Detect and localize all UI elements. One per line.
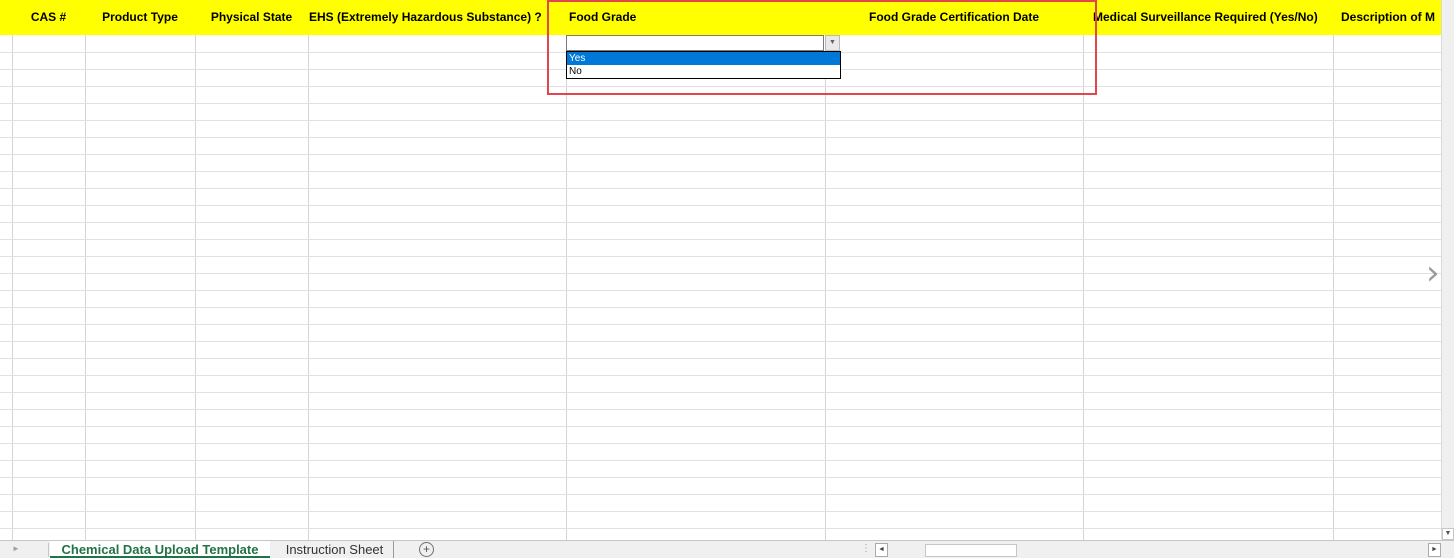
scroll-left-button[interactable]: ◄ bbox=[875, 543, 888, 557]
food-grade-dropdown-list[interactable]: Yes No bbox=[566, 51, 841, 79]
column-divider bbox=[1333, 35, 1334, 540]
column-divider bbox=[566, 35, 567, 540]
column-divider bbox=[85, 35, 86, 540]
column-divider bbox=[12, 35, 13, 540]
row-divider bbox=[0, 477, 1441, 478]
column-divider bbox=[308, 35, 309, 540]
row-divider bbox=[0, 222, 1441, 223]
header-food-grade[interactable]: Food Grade bbox=[569, 0, 819, 35]
header-row: CAS # Product Type Physical State EHS (E… bbox=[0, 0, 1441, 35]
column-divider bbox=[825, 35, 826, 540]
row-divider bbox=[0, 358, 1441, 359]
row-divider bbox=[0, 392, 1441, 393]
row-divider bbox=[0, 460, 1441, 461]
row-divider bbox=[0, 256, 1441, 257]
row-divider bbox=[0, 205, 1441, 206]
tab-instruction-sheet[interactable]: Instruction Sheet bbox=[276, 541, 394, 558]
row-divider bbox=[0, 494, 1441, 495]
scroll-down-button[interactable]: ▼ bbox=[1442, 528, 1454, 540]
header-description[interactable]: Description of M bbox=[1341, 0, 1441, 35]
row-divider bbox=[0, 528, 1441, 529]
row-divider bbox=[0, 137, 1441, 138]
header-cas[interactable]: CAS # bbox=[12, 0, 85, 35]
scroll-right-button[interactable]: ► bbox=[1428, 543, 1441, 557]
scroll-thumb[interactable] bbox=[925, 544, 1017, 557]
dropdown-option-no[interactable]: No bbox=[567, 65, 840, 78]
spreadsheet-grid[interactable]: CAS # Product Type Physical State EHS (E… bbox=[0, 0, 1441, 540]
column-divider bbox=[1083, 35, 1084, 540]
row-divider bbox=[0, 341, 1441, 342]
row-divider bbox=[0, 409, 1441, 410]
row-divider bbox=[0, 154, 1441, 155]
tab-chemical-data-upload-template[interactable]: Chemical Data Upload Template bbox=[50, 541, 270, 558]
header-food-grade-cert-date[interactable]: Food Grade Certification Date bbox=[825, 0, 1083, 35]
row-divider bbox=[0, 188, 1441, 189]
header-medical-surveillance[interactable]: Medical Surveillance Required (Yes/No) bbox=[1093, 0, 1333, 35]
plus-circle-icon[interactable]: + bbox=[419, 542, 434, 557]
split-handle-icon[interactable]: ⋮ bbox=[861, 543, 871, 554]
row-divider bbox=[0, 86, 1441, 87]
row-divider bbox=[0, 426, 1441, 427]
food-grade-cell-input[interactable] bbox=[566, 35, 824, 51]
row-divider bbox=[0, 273, 1441, 274]
header-physical-state[interactable]: Physical State bbox=[195, 0, 308, 35]
row-divider bbox=[0, 375, 1441, 376]
row-divider bbox=[0, 443, 1441, 444]
row-divider bbox=[0, 511, 1441, 512]
divider bbox=[48, 543, 49, 557]
sheet-tab-bar: ► Chemical Data Upload Template Instruct… bbox=[0, 540, 1454, 558]
row-divider bbox=[0, 290, 1441, 291]
row-divider bbox=[0, 307, 1441, 308]
sheet-nav-left-icon[interactable]: ► bbox=[12, 544, 20, 553]
column-divider bbox=[195, 35, 196, 540]
vertical-scrollbar[interactable]: ▼ bbox=[1441, 0, 1454, 540]
row-divider bbox=[0, 171, 1441, 172]
header-product-type[interactable]: Product Type bbox=[85, 0, 195, 35]
row-divider bbox=[0, 324, 1441, 325]
header-ehs[interactable]: EHS (Extremely Hazardous Substance) ? bbox=[309, 0, 557, 35]
dropdown-arrow-icon[interactable]: ▼ bbox=[825, 35, 840, 51]
row-divider bbox=[0, 103, 1441, 104]
row-divider bbox=[0, 239, 1441, 240]
dropdown-option-yes[interactable]: Yes bbox=[567, 52, 840, 65]
row-divider bbox=[0, 120, 1441, 121]
horizontal-scrollbar[interactable]: ◄ ► bbox=[875, 543, 1441, 558]
